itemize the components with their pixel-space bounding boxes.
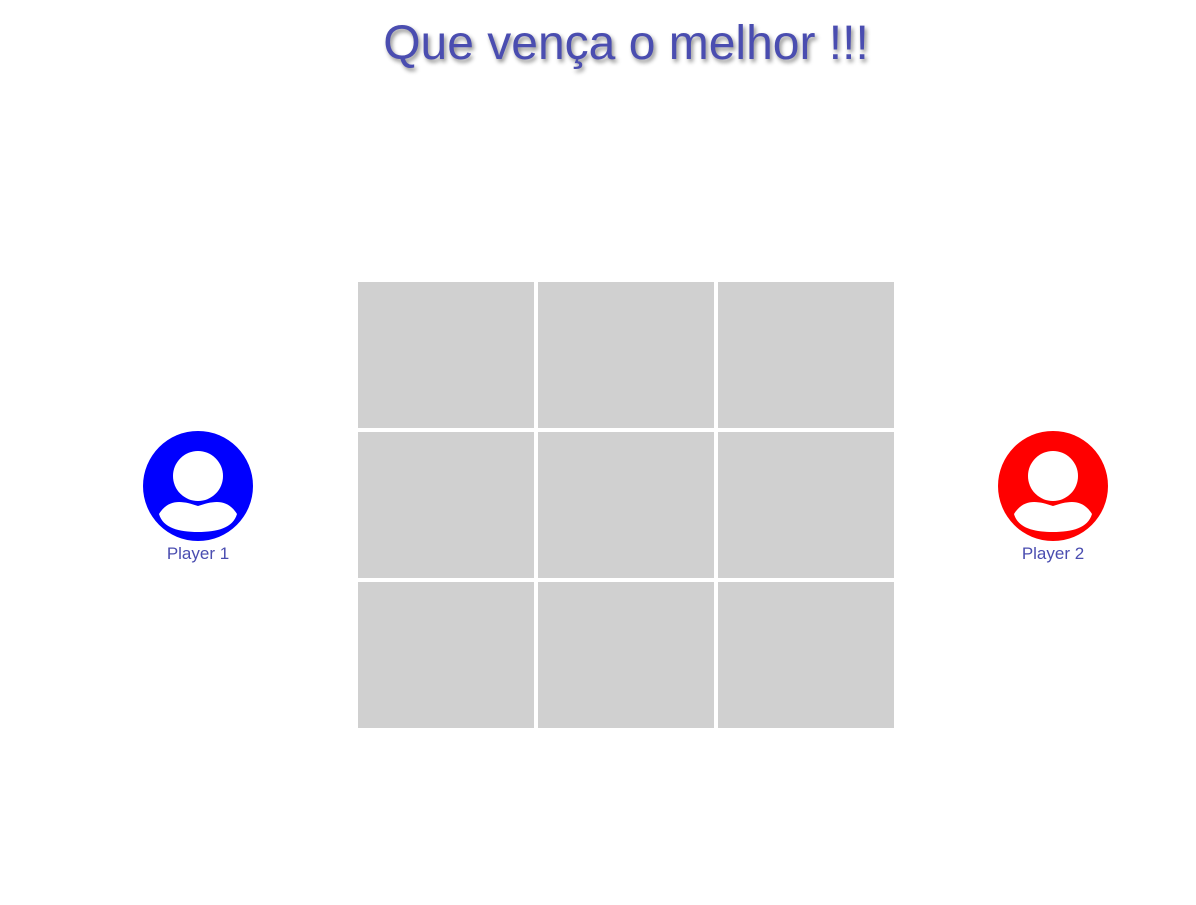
- player-2-avatar-icon: [998, 431, 1108, 541]
- board-cell-8[interactable]: [538, 582, 714, 728]
- board-cell-1[interactable]: [358, 282, 534, 428]
- board-cell-5[interactable]: [538, 432, 714, 578]
- board-cell-9[interactable]: [718, 582, 894, 728]
- board-cell-6[interactable]: [718, 432, 894, 578]
- player-1-avatar-icon: [143, 431, 253, 541]
- board-cell-4[interactable]: [358, 432, 534, 578]
- board-cell-3[interactable]: [718, 282, 894, 428]
- player-2-label: Player 2: [1021, 544, 1085, 563]
- game-board: [358, 282, 894, 728]
- player-2-card: Player 2: [998, 431, 1108, 564]
- page-title: Que vença o melhor !!!: [383, 17, 869, 70]
- game-page: Que vença o melhor !!! Player 1 Player 2: [0, 0, 1196, 905]
- board-cell-7[interactable]: [358, 582, 534, 728]
- player-1-label: Player 1: [166, 544, 230, 563]
- board-cell-2[interactable]: [538, 282, 714, 428]
- player-1-card: Player 1: [143, 431, 253, 564]
